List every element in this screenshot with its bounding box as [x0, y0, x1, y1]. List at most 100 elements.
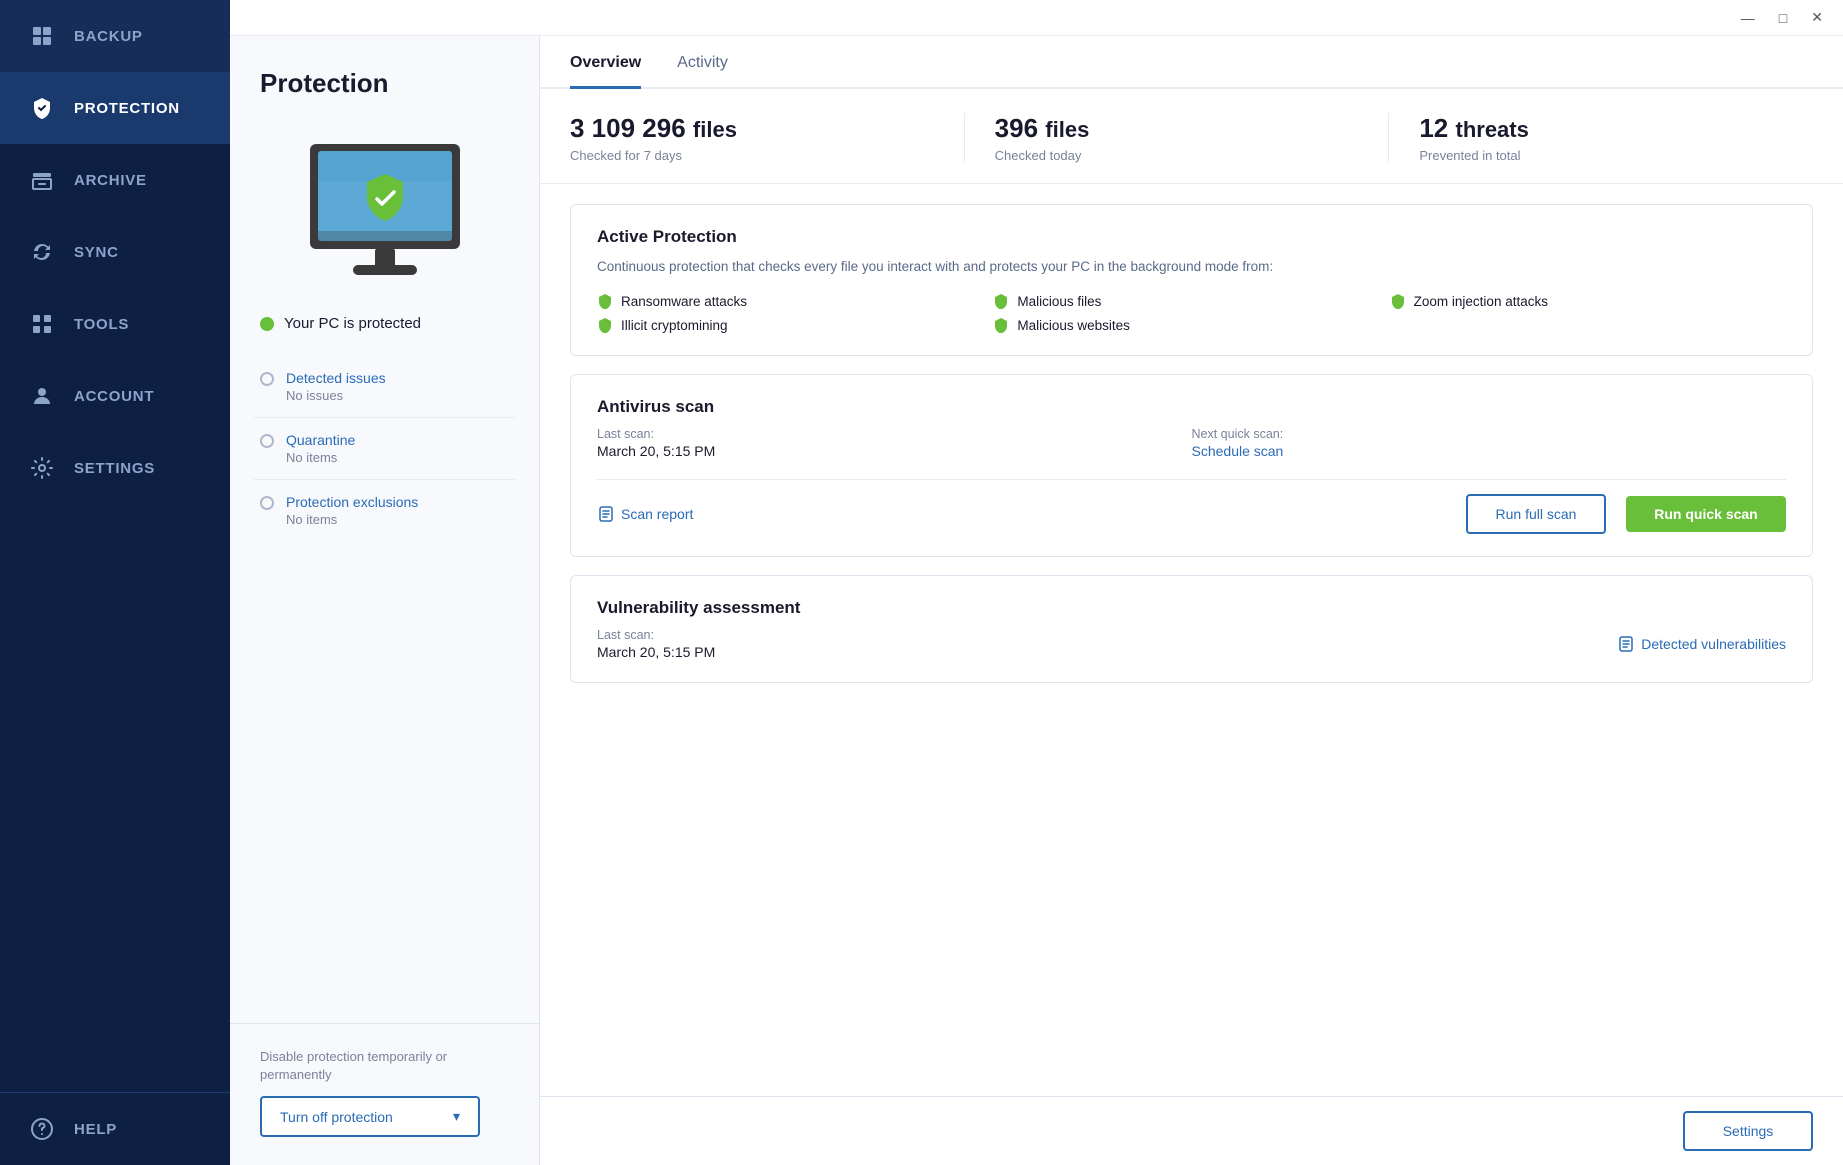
titlebar: — □ ✕ — [230, 0, 1843, 36]
left-panel-header: Protection — [230, 36, 539, 119]
sidebar-item-archive[interactable]: Archive — [0, 144, 230, 216]
stat-number-7days: 3 109 296 files — [570, 113, 934, 144]
stat-label-today: Checked today — [995, 148, 1359, 163]
shield-ransomware-icon — [597, 293, 613, 309]
status-row: Your PC is protected — [230, 307, 539, 356]
help-icon — [28, 1115, 56, 1143]
feature-zoom-injection: Zoom injection attacks — [1390, 293, 1786, 309]
last-scan-label: Last scan: — [597, 427, 1192, 441]
quarantine-link[interactable]: Quarantine — [286, 432, 355, 448]
stat-number-threats: 12 threats — [1419, 113, 1783, 144]
content-area: Protection — [230, 36, 1843, 1165]
page-title: Protection — [260, 68, 509, 99]
monitor-image-container — [230, 119, 539, 307]
stat-value-today: 396 — [995, 113, 1038, 143]
active-protection-card: Active Protection Continuous protection … — [570, 204, 1813, 356]
minimize-button[interactable]: — — [1735, 8, 1761, 28]
antivirus-scan-title: Antivirus scan — [597, 397, 1786, 417]
shield-zoom-icon — [1390, 293, 1406, 309]
sidebar-item-tools[interactable]: Tools — [0, 288, 230, 360]
detected-vulnerabilities-link[interactable]: Detected vulnerabilities — [1617, 635, 1786, 653]
protection-exclusions-link[interactable]: Protection exclusions — [286, 494, 418, 510]
sidebar-item-label-account: Account — [74, 388, 154, 405]
left-panel: Protection — [230, 36, 540, 1165]
stat-unit-label-7days: files — [693, 117, 737, 142]
tab-overview[interactable]: Overview — [570, 36, 641, 89]
left-panel-links: Detected issues No issues Quarantine No … — [230, 356, 539, 541]
shield-malfiles-icon — [993, 293, 1009, 309]
sync-icon — [28, 238, 56, 266]
detected-issues-sub: No issues — [286, 388, 386, 403]
settings-button[interactable]: Settings — [1683, 1111, 1813, 1151]
protection-exclusions-circle — [260, 496, 274, 510]
protection-exclusions-group: Protection exclusions No items — [254, 480, 515, 541]
detected-issues-group: Detected issues No issues — [254, 356, 515, 418]
backup-icon — [28, 22, 56, 50]
bottom-bar: Settings — [540, 1096, 1843, 1165]
sidebar-item-settings[interactable]: Settings — [0, 432, 230, 504]
disable-section: Disable protection temporarily or perman… — [230, 1023, 539, 1165]
scan-report-label: Scan report — [621, 506, 693, 522]
feature-websites-label: Malicious websites — [1017, 318, 1130, 333]
maximize-button[interactable]: □ — [1773, 8, 1793, 28]
main-area: — □ ✕ Protection — [230, 0, 1843, 1165]
stat-unit-threats: threats — [1456, 117, 1529, 142]
stat-value-threats: 12 — [1419, 113, 1448, 143]
feature-cryptomining: Illicit cryptomining — [597, 317, 993, 333]
stat-files-7days: 3 109 296 files Checked for 7 days — [570, 113, 964, 163]
tools-icon — [28, 310, 56, 338]
settings-icon — [28, 454, 56, 482]
turn-off-protection-button[interactable]: Turn off protection ▾ — [260, 1096, 480, 1137]
stat-value-7days: 3 109 296 — [570, 113, 686, 143]
run-full-scan-button[interactable]: Run full scan — [1466, 494, 1606, 534]
scan-report-link[interactable]: Scan report — [597, 505, 1446, 523]
sidebar-item-label-settings: Settings — [74, 460, 155, 477]
right-panel: Overview Activity 3 109 296 files Checke… — [540, 36, 1843, 1165]
sidebar-item-account[interactable]: Account — [0, 360, 230, 432]
sidebar-item-sync[interactable]: Sync — [0, 216, 230, 288]
stat-threats: 12 threats Prevented in total — [1388, 113, 1813, 163]
scan-actions: Scan report Run full scan Run quick scan — [597, 479, 1786, 534]
sidebar-item-label-archive: Archive — [74, 172, 147, 189]
run-quick-scan-button[interactable]: Run quick scan — [1626, 496, 1786, 532]
detected-issues-circle — [260, 372, 274, 386]
detected-issues-content: Detected issues No issues — [286, 370, 386, 403]
shield-crypto-icon — [597, 317, 613, 333]
sidebar-item-protection[interactable]: Protection — [0, 72, 230, 144]
feature-malicious-files: Malicious files — [993, 293, 1389, 309]
tabs-bar: Overview Activity — [540, 36, 1843, 89]
quarantine-sub: No items — [286, 450, 355, 465]
detected-issues-link[interactable]: Detected issues — [286, 370, 386, 386]
tab-activity[interactable]: Activity — [677, 36, 728, 89]
protection-icon — [28, 94, 56, 122]
last-scan-value: March 20, 5:15 PM — [597, 443, 1192, 459]
sidebar-item-help[interactable]: Help — [0, 1093, 230, 1165]
protection-exclusions-sub: No items — [286, 512, 418, 527]
sidebar-item-label-tools: Tools — [74, 316, 129, 333]
sidebar-item-backup[interactable]: Backup — [0, 0, 230, 72]
stats-row: 3 109 296 files Checked for 7 days 396 f… — [540, 89, 1843, 184]
feature-ransomware: Ransomware attacks — [597, 293, 993, 309]
turn-off-label: Turn off protection — [280, 1109, 393, 1125]
next-scan-label: Next quick scan: — [1192, 427, 1787, 441]
vuln-row: Last scan: March 20, 5:15 PM Detected vu… — [597, 628, 1786, 660]
vuln-last-scan-value: March 20, 5:15 PM — [597, 644, 1617, 660]
stat-files-today: 396 files Checked today — [964, 113, 1389, 163]
close-button[interactable]: ✕ — [1805, 7, 1829, 28]
chevron-down-icon: ▾ — [453, 1108, 460, 1125]
quarantine-circle — [260, 434, 274, 448]
last-scan-col: Last scan: March 20, 5:15 PM — [597, 427, 1192, 461]
sidebar-bottom: Help — [0, 1092, 230, 1165]
cards-area: Active Protection Continuous protection … — [540, 184, 1843, 1096]
sidebar: Backup Protection Archive Sync — [0, 0, 230, 1165]
antivirus-scan-card: Antivirus scan Last scan: March 20, 5:15… — [570, 374, 1813, 557]
feature-malfiles-label: Malicious files — [1017, 294, 1101, 309]
schedule-scan-link[interactable]: Schedule scan — [1192, 443, 1284, 459]
scan-info-row: Last scan: March 20, 5:15 PM Next quick … — [597, 427, 1786, 461]
active-protection-title: Active Protection — [597, 227, 1786, 247]
status-dot — [260, 317, 274, 331]
stat-number-today: 396 files — [995, 113, 1359, 144]
vulnerability-title: Vulnerability assessment — [597, 598, 1786, 618]
feature-ransomware-label: Ransomware attacks — [621, 294, 747, 309]
vuln-report-icon — [1617, 635, 1635, 653]
